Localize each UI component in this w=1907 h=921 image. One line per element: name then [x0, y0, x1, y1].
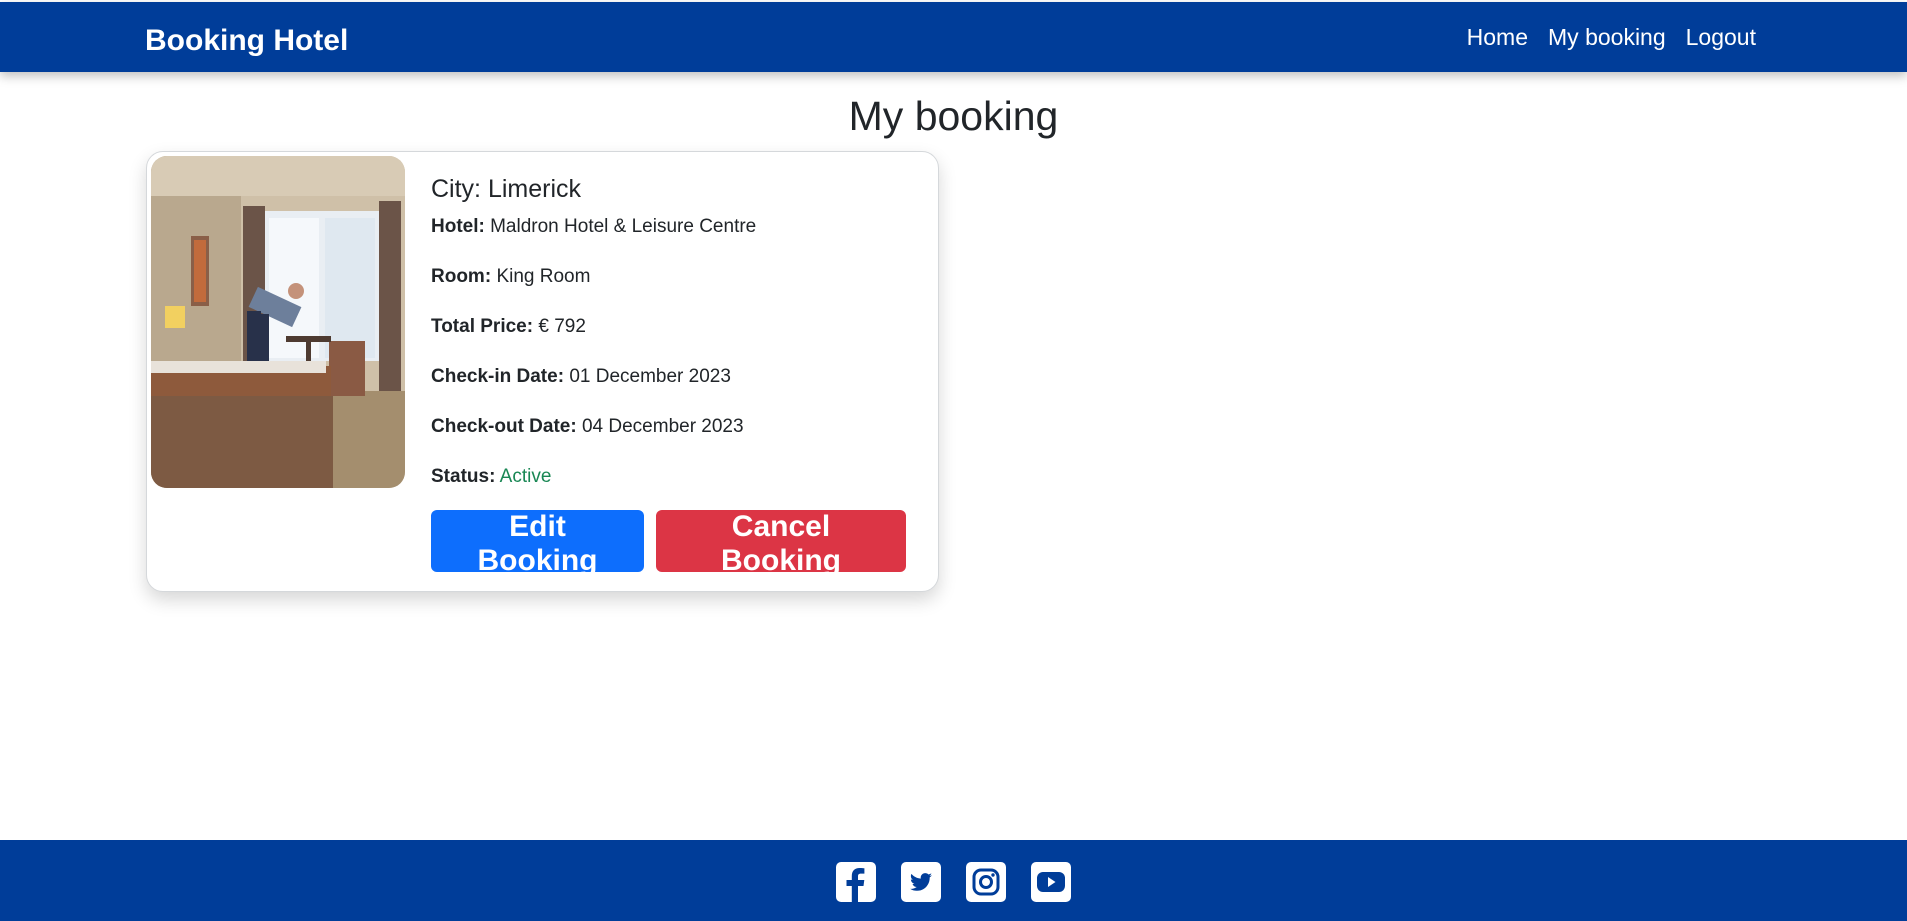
youtube-icon[interactable] [1031, 862, 1071, 902]
footer [0, 840, 1907, 921]
checkin-value: 01 December 2023 [569, 366, 731, 387]
hotel-row: Hotel: Maldron Hotel & Leisure Centre [431, 214, 921, 240]
nav-link-logout[interactable]: Logout [1686, 24, 1756, 51]
price-row: Total Price: € 792 [431, 314, 921, 340]
room-row: Room: King Room [431, 264, 921, 290]
booking-details: City: Limerick Hotel: Maldron Hotel & Le… [431, 172, 921, 514]
social-links [0, 862, 1907, 902]
navbar: Booking Hotel Home My booking Logout [0, 2, 1907, 72]
checkin-label: Check-in Date: [431, 366, 565, 387]
price-label: Total Price: [431, 316, 534, 337]
nav-link-home[interactable]: Home [1467, 24, 1528, 51]
status-label: Status: [431, 466, 496, 487]
booking-card: City: Limerick Hotel: Maldron Hotel & Le… [146, 151, 939, 592]
booking-city: City: Limerick [431, 175, 582, 203]
hotel-label: Hotel: [431, 216, 485, 237]
cancel-booking-button[interactable]: Cancel Booking [656, 510, 906, 577]
edit-booking-button[interactable]: Edit Booking [431, 510, 644, 577]
room-label: Room: [431, 266, 492, 287]
status-row: Status: Active [431, 464, 921, 490]
page-title: My booking [848, 93, 1059, 139]
price-value: € 792 [538, 316, 586, 337]
booking-actions: Edit Booking Cancel Booking [431, 510, 906, 577]
hotel-room-photo [151, 156, 405, 488]
instagram-icon[interactable] [966, 862, 1006, 902]
checkout-label: Check-out Date: [431, 416, 577, 437]
nav-links: Home My booking Logout [1467, 24, 1756, 51]
checkin-row: Check-in Date: 01 December 2023 [431, 364, 921, 390]
nav-link-my-booking[interactable]: My booking [1548, 24, 1666, 51]
brand-logo[interactable]: Booking Hotel [145, 24, 348, 58]
facebook-icon[interactable] [836, 862, 876, 902]
checkout-value: 04 December 2023 [581, 416, 744, 437]
checkout-row: Check-out Date: 04 December 2023 [431, 414, 921, 440]
room-value: King Room [496, 266, 591, 287]
twitter-icon[interactable] [901, 862, 941, 902]
hotel-value: Maldron Hotel & Leisure Centre [490, 216, 757, 237]
status-value: Active [499, 466, 552, 487]
